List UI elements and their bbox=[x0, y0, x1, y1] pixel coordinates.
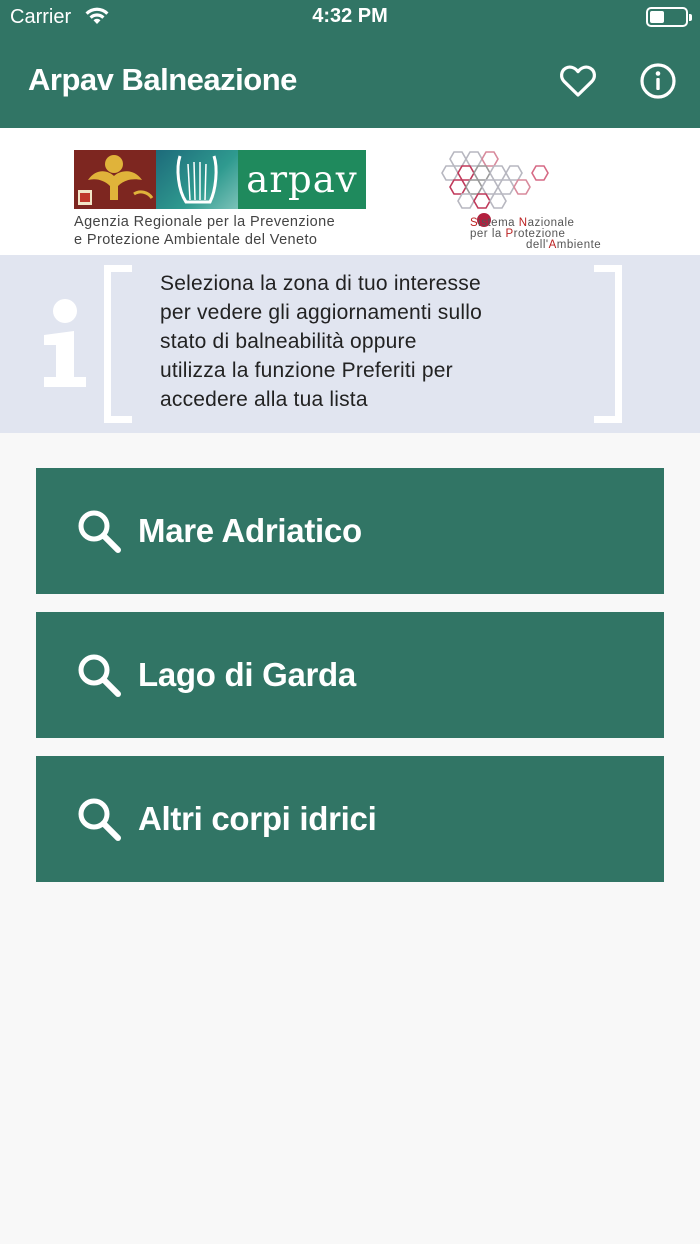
status-bar: Carrier 4:32 PM bbox=[0, 0, 700, 36]
status-time: 4:32 PM bbox=[312, 5, 388, 27]
lion-emblem bbox=[74, 150, 156, 209]
menu-label: Lago di Garda bbox=[138, 656, 356, 693]
snpa-logo: Sistema Nazionale per la Protezione dell… bbox=[440, 148, 620, 251]
hexagon-cluster-icon bbox=[441, 151, 549, 227]
arpav-wordmark: arpav bbox=[238, 150, 366, 209]
info-button[interactable] bbox=[637, 60, 679, 102]
info-text: Seleziona la zona di tuo interesse per v… bbox=[160, 272, 482, 411]
app-header: Carrier 4:32 PM Arpav Balneazione bbox=[0, 0, 700, 128]
mare-adriatico-button[interactable]: Mare Adriatico bbox=[36, 468, 664, 594]
right-bracket bbox=[594, 265, 622, 423]
favorites-button[interactable] bbox=[557, 60, 599, 102]
battery-icon bbox=[646, 7, 692, 27]
menu-label: Altri corpi idrici bbox=[138, 800, 377, 837]
arpav-line-1: Agenzia Regionale per la Prevenzione bbox=[74, 214, 336, 230]
search-icon bbox=[78, 510, 121, 553]
logos-strip: arpav Agenzia Regionale per la Prevenzio… bbox=[0, 128, 700, 255]
info-letter-icon bbox=[44, 299, 86, 387]
harp-emblem bbox=[156, 150, 238, 209]
heart-icon bbox=[560, 65, 596, 97]
arpav-line-2: e Protezione Ambientale del Veneto bbox=[74, 232, 318, 248]
snpa-text: Sistema Nazionale per la Protezione dell… bbox=[470, 217, 602, 251]
arpav-logo: arpav Agenzia Regionale per la Prevenzio… bbox=[74, 150, 368, 249]
left-bracket bbox=[104, 265, 132, 423]
info-icon bbox=[640, 63, 676, 99]
lago-di-garda-button[interactable]: Lago di Garda bbox=[36, 612, 664, 738]
search-icon bbox=[78, 654, 121, 697]
altri-corpi-idrici-button[interactable]: Altri corpi idrici bbox=[36, 756, 664, 882]
menu-label: Mare Adriatico bbox=[138, 512, 362, 549]
battery-level bbox=[650, 11, 664, 23]
info-panel: Seleziona la zona di tuo interesse per v… bbox=[0, 255, 700, 433]
search-icon bbox=[78, 798, 121, 841]
page-title: Arpav Balneazione bbox=[28, 62, 297, 97]
